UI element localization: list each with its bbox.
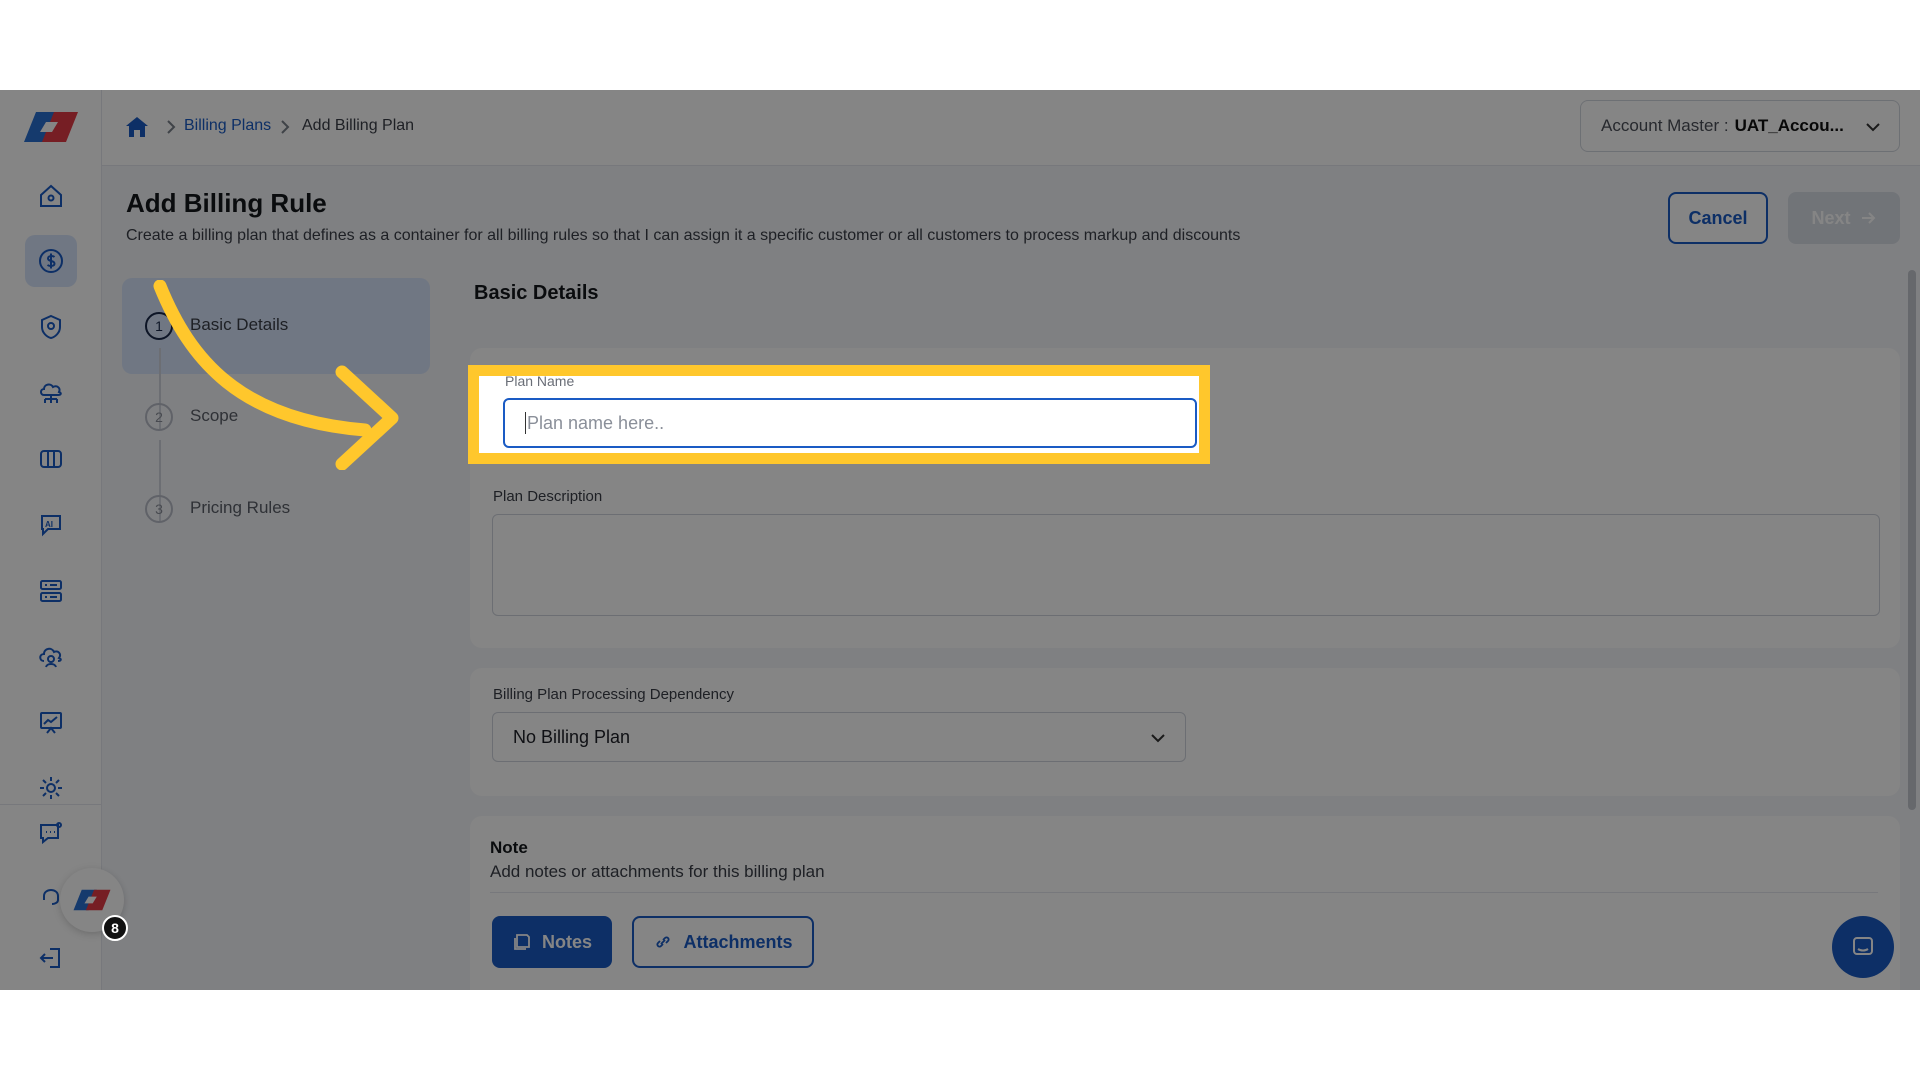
- plan-name-placeholder: Plan name here..: [527, 412, 665, 433]
- tutorial-dim-overlay: [0, 90, 1920, 990]
- text-caret: [525, 412, 526, 434]
- tutorial-highlight: Plan Name Plan name here..: [468, 365, 1210, 464]
- app-frame: AI Billing Plans Add Billing Plan Accoun…: [0, 90, 1920, 990]
- tutorial-arrow-icon: [153, 280, 399, 470]
- notification-badge: 8: [102, 915, 128, 941]
- plan-name-label: Plan Name: [505, 373, 575, 389]
- highlight-content: Plan Name Plan name here..: [479, 373, 1199, 453]
- plan-name-input[interactable]: Plan name here..: [503, 398, 1197, 448]
